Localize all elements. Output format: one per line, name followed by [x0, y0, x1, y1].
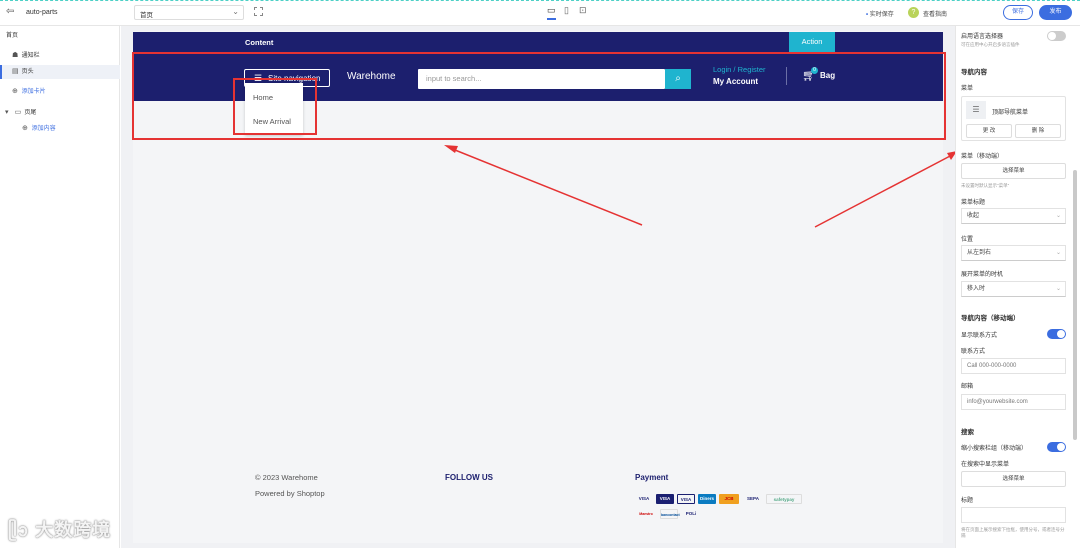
title-label: 标题 — [961, 498, 974, 504]
annotation-arrow-head — [444, 145, 458, 153]
position-label: 位置 — [961, 237, 974, 243]
lang-selector-label: 启用语言选择器 — [961, 34, 1004, 40]
lang-selector-hint: 可在应用中心开启多语言插件 — [961, 42, 1020, 47]
menu-title-label: 菜单标题 — [961, 200, 986, 206]
title-hint: 将在页面上展示搜索下拉框，使用分号，或者连号分隔 — [961, 527, 1065, 538]
show-contact-label: 显示联系方式 — [961, 333, 998, 339]
email-label: 邮箱 — [961, 384, 974, 390]
annotation-arrows — [444, 145, 957, 228]
contact-label: 联系方式 — [961, 349, 986, 355]
menu-title-select[interactable]: 收起 ⌄ — [961, 208, 1066, 224]
change-menu-button[interactable]: 更 改 — [966, 124, 1012, 138]
select-search-menu-button[interactable]: 选择菜单 — [961, 471, 1066, 487]
expand-timing-select[interactable]: 移入时 ⌄ — [961, 281, 1066, 297]
chevron-down-icon: ⌄ — [1055, 250, 1061, 256]
menu-label: 菜单 — [961, 86, 974, 92]
mobile-search-label: 缩小搜索栏组（移动端） — [961, 446, 1028, 452]
chevron-down-icon: ⌄ — [1055, 286, 1061, 292]
annotation-arrow-line — [814, 154, 953, 228]
menu-name: 顶部导航菜单 — [992, 110, 1029, 116]
expand-timing-label: 展开菜单的时机 — [961, 272, 1004, 278]
show-contact-toggle[interactable] — [1047, 329, 1066, 339]
list-icon: ☰ — [966, 101, 986, 119]
annotation-arrow-line — [449, 147, 643, 226]
lang-selector-toggle[interactable] — [1047, 31, 1066, 41]
mobile-search-toggle[interactable] — [1047, 442, 1066, 452]
search-section-title: 搜索 — [961, 429, 974, 436]
delete-menu-button[interactable]: 删 除 — [1015, 124, 1061, 138]
mobile-nav-section-title: 导航内容（移动端） — [961, 315, 1020, 322]
panel-scrollbar[interactable] — [1073, 170, 1077, 440]
email-input[interactable]: info@yourwebsite.com — [961, 394, 1066, 410]
mobile-menu-label: 菜单（移动端） — [961, 154, 1004, 160]
nav-section-title: 导航内容 — [961, 69, 987, 76]
search-menu-label: 在搜索中显示菜单 — [961, 462, 1010, 468]
expand-timing-value: 移入时 — [967, 286, 986, 292]
position-select[interactable]: 从左到右 ⌄ — [961, 245, 1066, 261]
title-input[interactable] — [961, 507, 1066, 523]
select-menu-button[interactable]: 选择菜单 — [961, 163, 1066, 179]
mobile-menu-hint: 未设置时默认显示"菜单" — [961, 183, 1010, 188]
position-value: 从左到右 — [967, 250, 992, 256]
menu-title-value: 收起 — [967, 213, 980, 219]
chevron-down-icon: ⌄ — [1055, 213, 1061, 219]
contact-input[interactable]: Call 000-000-0000 — [961, 358, 1066, 374]
